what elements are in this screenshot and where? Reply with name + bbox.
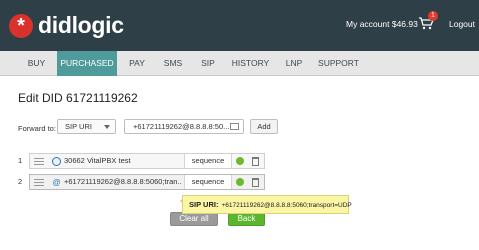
status-active-icon <box>236 178 244 186</box>
at-icon: @ <box>52 178 61 187</box>
trash-icon[interactable] <box>252 157 259 166</box>
site-header: * didlogic My account $46.93 <box>0 0 479 51</box>
page-title: Edit DID 61721119262 <box>18 91 138 105</box>
mode-select[interactable]: sequence <box>184 154 232 168</box>
nav-sip[interactable]: SIP <box>196 51 220 76</box>
mode-select[interactable]: sequence <box>184 175 232 189</box>
brand-logo[interactable]: * didlogic <box>9 12 124 39</box>
status-active-icon <box>236 157 244 165</box>
brand-name: didlogic <box>38 12 124 38</box>
nav-lnp[interactable]: LNP <box>281 51 307 76</box>
nav-sms[interactable]: SMS <box>159 51 187 76</box>
my-account-link[interactable]: My account $46.93 <box>346 19 418 29</box>
tooltip-value: +61721119262@8.8.8.8:5060;transport=UDP <box>221 202 352 209</box>
tooltip-label: SIP URI: <box>189 200 219 209</box>
drag-handle-icon[interactable] <box>34 158 44 165</box>
logout-link[interactable]: Logout <box>449 19 475 29</box>
keyboard-icon <box>230 123 239 130</box>
forward-type-value: SIP URI <box>65 122 92 131</box>
nav-support[interactable]: SUPPORT <box>318 51 359 76</box>
sip-uri-value: +61721119262@8.8.8.8:50... <box>133 122 230 131</box>
destination-row[interactable]: @ +61721119262@8.8.8.8:5060;tran... sequ… <box>29 174 265 190</box>
back-button[interactable]: Back <box>228 212 265 226</box>
logo-asterisk-icon: * <box>9 13 33 38</box>
forward-type-select[interactable]: SIP URI <box>57 119 116 134</box>
nav-buy[interactable]: BUY <box>20 51 53 76</box>
sip-uri-tooltip: SIP URI: +61721119262@8.8.8.8:5060;transp… <box>182 195 352 214</box>
main-nav: BUY PURCHASED PAY SMS SIP HISTORY LNP SU… <box>0 51 479 76</box>
cart-count-badge: 1 <box>428 11 438 21</box>
destination-row[interactable]: 30662 VitalPBX test sequence <box>29 153 265 169</box>
sip-uri-input[interactable]: +61721119262@8.8.8.8:50... <box>124 119 244 134</box>
nav-pay[interactable]: PAY <box>124 51 150 76</box>
globe-icon <box>52 157 61 166</box>
clear-all-button[interactable]: Clear all <box>170 212 218 226</box>
account-label: My account <box>346 19 390 29</box>
trash-icon[interactable] <box>252 178 259 187</box>
row-index: 2 <box>18 177 23 186</box>
nav-purchased[interactable]: PURCHASED <box>57 51 117 76</box>
chevron-down-icon <box>104 125 110 129</box>
add-button[interactable]: Add <box>250 119 278 134</box>
forward-to-label: Forward to: <box>18 124 56 133</box>
nav-history[interactable]: HISTORY <box>230 51 271 76</box>
destination-value: 30662 VitalPBX test <box>64 156 131 165</box>
row-index: 1 <box>18 156 23 165</box>
destination-value: +61721119262@8.8.8.8:5060;tran... <box>64 177 182 186</box>
account-balance: $46.93 <box>391 19 418 29</box>
drag-handle-icon[interactable] <box>34 179 44 186</box>
